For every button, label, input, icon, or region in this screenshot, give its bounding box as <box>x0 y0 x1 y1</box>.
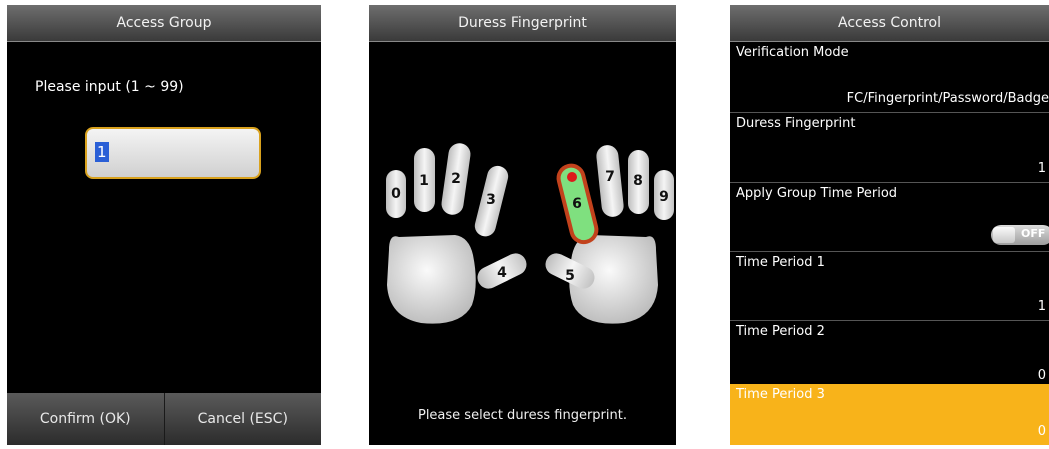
duress-fingerprint-row[interactable]: Duress Fingerprint 1 <box>730 113 1049 183</box>
row-label: Duress Fingerprint <box>736 116 856 131</box>
finger-label: 1 <box>419 173 429 189</box>
row-value: 0 <box>1037 368 1046 383</box>
time-period-3-row-selected[interactable]: Time Period 3 0 <box>730 384 1049 445</box>
selection-dot <box>567 172 577 182</box>
instruction-text: Please select duress fingerprint. <box>417 408 627 423</box>
input-value: 1 <box>95 142 109 162</box>
finger-8[interactable]: 8 <box>628 150 649 214</box>
duress-fingerprint-screen: Duress Fingerprint 0 1 2 3 4 5 6 7 8 9 P… <box>369 5 676 445</box>
row-value: 1 <box>1037 299 1046 314</box>
screen-title: Access Control <box>730 5 1049 42</box>
finger-3[interactable]: 3 <box>473 164 511 239</box>
access-control-screen: Access Control Verification Mode FC/Fing… <box>730 5 1049 445</box>
finger-label: 9 <box>659 189 669 205</box>
finger-label: 2 <box>451 171 461 187</box>
row-value: 1 <box>1037 161 1046 176</box>
finger-2[interactable]: 2 <box>440 142 472 216</box>
row-label: Time Period 3 <box>736 387 825 402</box>
finger-9[interactable]: 9 <box>654 170 674 220</box>
apply-group-time-period-row[interactable]: Apply Group Time Period OFF <box>730 183 1049 252</box>
finger-label: 5 <box>565 268 575 284</box>
input-prompt: Please input (1 ~ 99) <box>35 79 184 95</box>
off-toggle[interactable]: OFF <box>991 225 1049 245</box>
finger-6-selected[interactable]: 6 <box>556 163 599 245</box>
verification-mode-row[interactable]: Verification Mode FC/Fingerprint/Passwor… <box>730 42 1049 113</box>
finger-0[interactable]: 0 <box>386 170 406 218</box>
toggle-label: OFF <box>1021 227 1046 240</box>
time-period-1-row[interactable]: Time Period 1 1 <box>730 252 1049 321</box>
screen-title: Access Group <box>7 5 321 42</box>
row-value: 0 <box>1037 424 1046 439</box>
hands-diagram: 0 1 2 3 4 5 6 7 8 9 <box>386 142 674 324</box>
finger-label: 3 <box>486 192 496 208</box>
time-period-2-row[interactable]: Time Period 2 0 <box>730 321 1049 390</box>
finger-label: 0 <box>391 186 401 202</box>
finger-label: 6 <box>572 196 582 212</box>
toggle-knob <box>993 227 1015 243</box>
group-number-input[interactable]: 1 <box>85 127 261 179</box>
finger-label: 7 <box>605 169 615 185</box>
button-bar: Confirm (OK) Cancel (ESC) <box>7 393 321 445</box>
row-value: FC/Fingerprint/Password/Badge <box>846 91 1049 106</box>
row-label: Verification Mode <box>736 45 849 60</box>
left-palm <box>387 235 476 324</box>
row-label: Time Period 2 <box>736 324 825 339</box>
access-group-screen: Access Group Please input (1 ~ 99) 1 Con… <box>7 5 321 445</box>
row-label: Apply Group Time Period <box>736 186 898 201</box>
finger-1[interactable]: 1 <box>414 148 435 212</box>
finger-4[interactable]: 4 <box>474 250 530 293</box>
cancel-button[interactable]: Cancel (ESC) <box>163 393 322 445</box>
finger-label: 4 <box>497 265 507 281</box>
row-label: Time Period 1 <box>736 255 825 270</box>
confirm-button[interactable]: Confirm (OK) <box>7 393 164 445</box>
finger-label: 8 <box>633 173 643 189</box>
finger-7[interactable]: 7 <box>595 144 624 218</box>
